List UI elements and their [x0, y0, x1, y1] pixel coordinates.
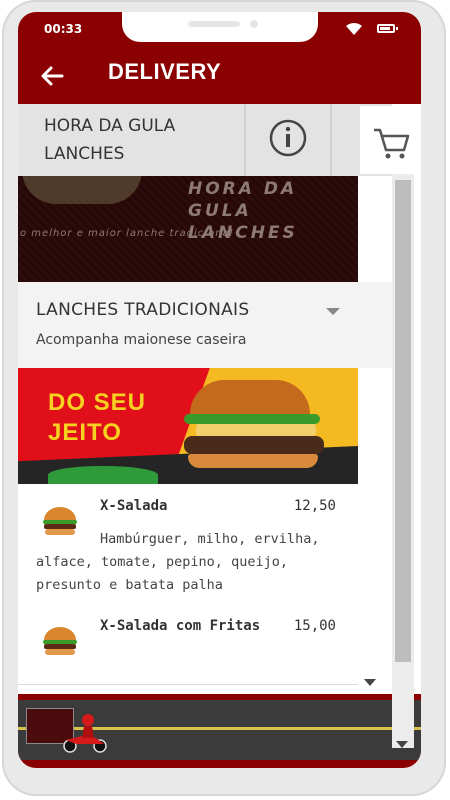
category-subtitle: Acompanha maionese caseira	[36, 332, 247, 348]
item-description: Hambúrguer, milho, ervilha, alface, toma…	[36, 531, 320, 593]
promo-banner: DO SEU JEITO	[18, 368, 358, 484]
store-banner: HORA DA GULA LANCHES o melhor e maior la…	[18, 176, 358, 282]
info-icon[interactable]	[266, 116, 310, 160]
delivery-banner	[18, 700, 421, 760]
phone-frame: 00:33 DELIVERY HORA DA GULA LANCHES o me…	[2, 0, 446, 796]
divider	[330, 104, 332, 176]
banner-burger-graphic	[22, 176, 142, 204]
item-price: 15,00	[293, 618, 336, 634]
camera	[250, 20, 258, 28]
item-price: 12,50	[293, 498, 336, 514]
category-title: LANCHES TRADICIONAIS	[36, 300, 250, 320]
status-time: 00:33	[44, 22, 83, 36]
cart-icon[interactable]	[360, 106, 416, 174]
app-bar: DELIVERY	[18, 48, 421, 104]
status-bar: 00:33	[18, 12, 421, 48]
burger-icon	[43, 627, 77, 655]
footer-banner	[18, 694, 421, 768]
list-item[interactable]: X-Salada 12,50 Hambúrguer, milho, ervilh…	[18, 484, 358, 605]
banner-tagline: o melhor e maior lanche tradicional	[20, 228, 234, 239]
promo-text: DO SEU JEITO	[48, 389, 147, 446]
item-name: X-Salada	[100, 498, 168, 514]
battery-icon	[377, 24, 398, 33]
app-screen: 00:33 DELIVERY HORA DA GULA LANCHES o me…	[18, 12, 421, 768]
chevron-down-icon[interactable]	[326, 308, 340, 315]
scroll-arrow-icon[interactable]	[364, 679, 376, 686]
list-item[interactable]: X-Salada com Fritas 15,00	[18, 604, 358, 685]
delivery-scooter-icon	[63, 714, 107, 753]
notch	[122, 12, 318, 42]
scrollbar[interactable]	[392, 164, 414, 748]
scroll-down-arrow-icon[interactable]	[396, 741, 408, 748]
speaker	[188, 21, 240, 27]
divider	[244, 104, 246, 176]
back-arrow-icon[interactable]	[38, 62, 66, 90]
store-name: HORA DA GULA LANCHES	[44, 116, 176, 164]
scrollbar-thumb[interactable]	[395, 180, 411, 662]
main-content[interactable]: HORA DA GULA LANCHES o melhor e maior la…	[18, 104, 421, 768]
item-name: X-Salada com Fritas	[100, 618, 261, 634]
wifi-icon	[346, 22, 362, 35]
category-header[interactable]: LANCHES TRADICIONAIS Acompanha maionese …	[18, 282, 392, 368]
store-header: HORA DA GULA LANCHES	[18, 104, 392, 176]
lettuce-graphic	[48, 466, 158, 484]
page-title: DELIVERY	[108, 59, 222, 84]
